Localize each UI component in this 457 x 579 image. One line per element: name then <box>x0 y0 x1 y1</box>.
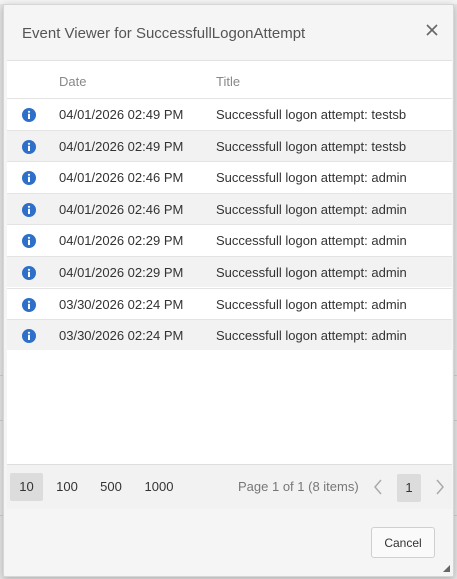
close-icon <box>426 24 438 36</box>
title-cell: Successfull logon attempt: admin <box>216 328 407 344</box>
close-button[interactable] <box>424 22 440 38</box>
pager: 10 100 500 1000 Page 1 of 1 (8 items) 1 <box>7 464 452 509</box>
info-icon <box>22 234 36 249</box>
info-icon <box>22 266 36 280</box>
date-cell: 04/01/2026 02:46 PM <box>59 170 184 186</box>
title-cell: Successfull logon attempt: admin <box>216 296 407 312</box>
page-size-10[interactable]: 10 <box>10 473 43 501</box>
info-icon <box>22 108 36 122</box>
dialog-title: Event Viewer for SuccessfullLogonAttempt <box>22 25 306 42</box>
table-row[interactable]: 04/01/2026 02:29 PM Successfull logon att… <box>7 224 452 255</box>
page-number-button[interactable]: 1 <box>397 474 421 502</box>
title-cell: Successfull logon attempt: testsb <box>216 138 407 154</box>
resize-grip-icon[interactable] <box>441 563 451 573</box>
chevron-left-icon <box>374 479 382 495</box>
date-cell: 04/01/2026 02:49 PM <box>59 138 184 154</box>
date-cell: 04/01/2026 02:46 PM <box>59 201 184 217</box>
date-cell: 03/30/2026 02:24 PM <box>59 296 184 312</box>
info-icon <box>22 139 36 154</box>
page-info: Page 1 of 1 (8 items) <box>238 479 359 494</box>
page-size-100[interactable]: 100 <box>49 473 85 501</box>
date-cell: 03/30/2026 02:24 PM <box>59 328 184 344</box>
table-row[interactable]: 04/01/2026 02:46 PM Successfull logon att… <box>7 192 452 224</box>
table-row[interactable]: 03/30/2026 02:24 PM Successfull logon att… <box>7 287 452 319</box>
table-row[interactable]: 03/30/2026 02:24 PM Successfull logon att… <box>7 319 452 351</box>
table-row[interactable]: 04/01/2026 02:49 PM Successfull logon att… <box>7 129 452 161</box>
title-cell: Successfull logon attempt: testsb <box>216 107 407 122</box>
column-header-date[interactable]: Date <box>59 74 86 89</box>
prev-page-button[interactable] <box>370 477 386 497</box>
date-cell: 04/01/2026 02:29 PM <box>59 233 184 249</box>
info-icon <box>22 329 36 344</box>
chevron-right-icon <box>436 479 444 495</box>
title-cell: Successfull logon attempt: admin <box>216 265 407 280</box>
info-icon <box>22 202 36 217</box>
event-viewer-dialog: Event Viewer for SuccessfullLogonAttempt… <box>3 4 454 577</box>
table-row[interactable]: 04/01/2026 02:29 PM Successfull logon att… <box>7 256 452 287</box>
events-grid: Date Title 04/01/2026 02:49 PM Successful… <box>7 60 452 464</box>
column-header-title[interactable]: Title <box>216 74 240 89</box>
title-cell: Successfull logon attempt: admin <box>216 170 407 186</box>
cancel-button[interactable]: Cancel <box>371 527 435 558</box>
info-icon <box>22 171 36 186</box>
title-cell: Successfull logon attempt: admin <box>216 201 407 217</box>
table-row[interactable]: 04/01/2026 02:49 PM Successfull logon att… <box>7 98 452 129</box>
date-cell: 04/01/2026 02:49 PM <box>59 107 184 122</box>
page-size-1000[interactable]: 1000 <box>137 473 181 501</box>
page-size-500[interactable]: 500 <box>93 473 129 501</box>
date-cell: 04/01/2026 02:29 PM <box>59 265 184 280</box>
table-row[interactable]: 04/01/2026 02:46 PM Successfull logon att… <box>7 161 452 192</box>
next-page-button[interactable] <box>432 477 448 497</box>
info-icon <box>22 297 36 312</box>
title-cell: Successfull logon attempt: admin <box>216 233 407 249</box>
